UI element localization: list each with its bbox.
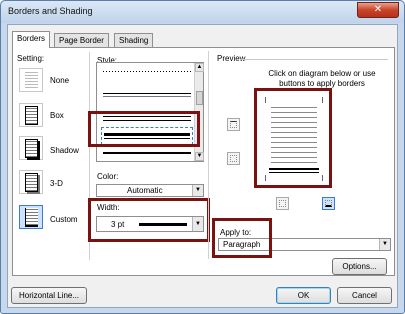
left-border-icon (279, 200, 286, 207)
style-thin-line[interactable] (103, 93, 191, 94)
style-thick-line[interactable] (103, 152, 191, 154)
style-dotted-line[interactable] (103, 71, 191, 72)
setting-shadow-label[interactable]: Shadow (50, 146, 79, 155)
preview-group-line (240, 59, 388, 60)
setting-none-label[interactable]: None (50, 76, 69, 85)
setting-box-label[interactable]: Box (50, 111, 64, 120)
dialog-client-area: Borders Page Border Shading Setting: Non… (7, 24, 398, 308)
setting-custom-label[interactable]: Custom (50, 215, 78, 224)
left-border-button[interactable] (276, 197, 289, 210)
close-button[interactable]: ✕ (357, 2, 399, 18)
inside-horizontal-border-button[interactable] (227, 152, 240, 165)
style-highlight-box (88, 111, 200, 147)
inside-horizontal-border-icon (230, 155, 237, 162)
ok-button[interactable]: OK (276, 287, 331, 304)
scroll-up-icon[interactable]: ▲ (195, 63, 204, 72)
setting-3d-icon[interactable] (19, 170, 43, 194)
scroll-down-icon[interactable]: ▼ (195, 152, 204, 161)
top-border-button[interactable] (227, 118, 240, 131)
preview-highlight-box (254, 88, 332, 188)
style-divider (208, 51, 209, 259)
chevron-down-icon[interactable]: ▼ (379, 239, 390, 250)
setting-shadow-icon[interactable] (19, 136, 43, 160)
tab-borders[interactable]: Borders (12, 31, 51, 48)
title-bar[interactable]: Borders and Shading ✕ (1, 1, 404, 23)
dialog-title: Borders and Shading (8, 6, 93, 16)
bottom-border-button[interactable] (322, 197, 335, 210)
top-border-icon (230, 121, 237, 128)
preview-hint-line2: buttons to apply borders (279, 79, 365, 88)
bottom-border-icon (325, 200, 332, 207)
chevron-down-icon[interactable]: ▼ (192, 185, 203, 196)
horizontal-line-button[interactable]: Horizontal Line... (11, 287, 87, 304)
width-highlight-box (88, 198, 210, 242)
tab-page-border[interactable]: Page Border (54, 33, 109, 47)
setting-custom-icon[interactable] (19, 205, 43, 229)
close-icon: ✕ (373, 4, 383, 15)
setting-label: Setting: (17, 54, 45, 63)
setting-none-icon[interactable] (19, 68, 43, 92)
color-label: Color: (97, 172, 119, 181)
cancel-button[interactable]: Cancel (337, 287, 392, 304)
style-thin-double-line[interactable] (103, 96, 191, 97)
scroll-thumb[interactable] (196, 91, 203, 105)
setting-box-icon[interactable] (19, 103, 43, 127)
apply-to-highlight-box (212, 218, 272, 258)
dialog-window: Borders and Shading ✕ Borders Page Borde… (0, 0, 405, 314)
color-dropdown[interactable]: Automatic ▼ (96, 184, 204, 197)
setting-3d-label[interactable]: 3-D (50, 179, 63, 188)
color-value: Automatic (127, 186, 163, 195)
options-button[interactable]: Options... (332, 258, 387, 275)
tab-shading[interactable]: Shading (114, 33, 154, 47)
preview-hint-line1: Click on diagram below or use (268, 69, 376, 78)
